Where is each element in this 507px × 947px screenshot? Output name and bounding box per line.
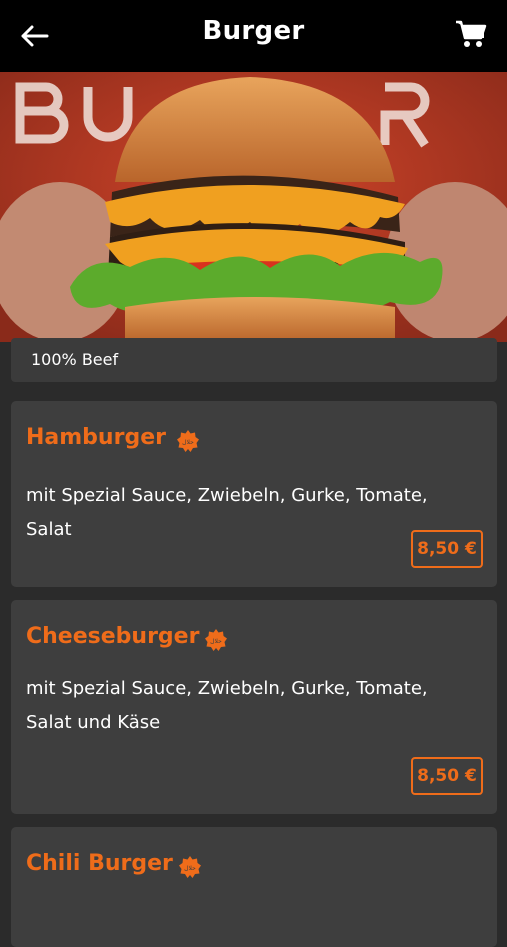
shopping-cart-icon (456, 20, 487, 47)
svg-text:حلال: حلال (184, 865, 196, 872)
page-title: Burger (202, 16, 305, 46)
price-button[interactable]: 8,50 € (411, 757, 483, 795)
item-name: Chili Burger (26, 851, 173, 876)
halal-badge-icon: حلال (179, 856, 201, 878)
halal-badge-icon: حلال (205, 629, 227, 651)
category-note-banner: 100% Beef (11, 338, 497, 382)
price-button[interactable]: 8,50 € (411, 530, 483, 568)
menu-item-card[interactable]: Chili Burger حلال (11, 827, 497, 947)
category-note-text: 100% Beef (31, 350, 119, 369)
item-name: Cheeseburger (26, 624, 200, 649)
item-description: mit Spezial Sauce, Zwiebeln, Gurke, Toma… (26, 678, 428, 733)
svg-text:حلال: حلال (182, 439, 194, 446)
svg-text:حلال: حلال (210, 638, 222, 645)
burger-hero-image (0, 72, 507, 342)
burger-photo (0, 72, 507, 342)
item-description: mit Spezial Sauce, Zwiebeln, Gurke, Toma… (26, 485, 428, 540)
menu-item-card[interactable]: Cheeseburger حلال mit Spezial Sauce, Zwi… (11, 600, 497, 814)
item-name: Hamburger (26, 425, 166, 450)
top-app-bar: Burger (0, 0, 507, 72)
halal-badge-icon: حلال (177, 430, 199, 452)
cart-button[interactable] (453, 16, 489, 52)
menu-item-card[interactable]: Hamburger حلال mit Spezial Sauce, Zwiebe… (11, 401, 497, 587)
